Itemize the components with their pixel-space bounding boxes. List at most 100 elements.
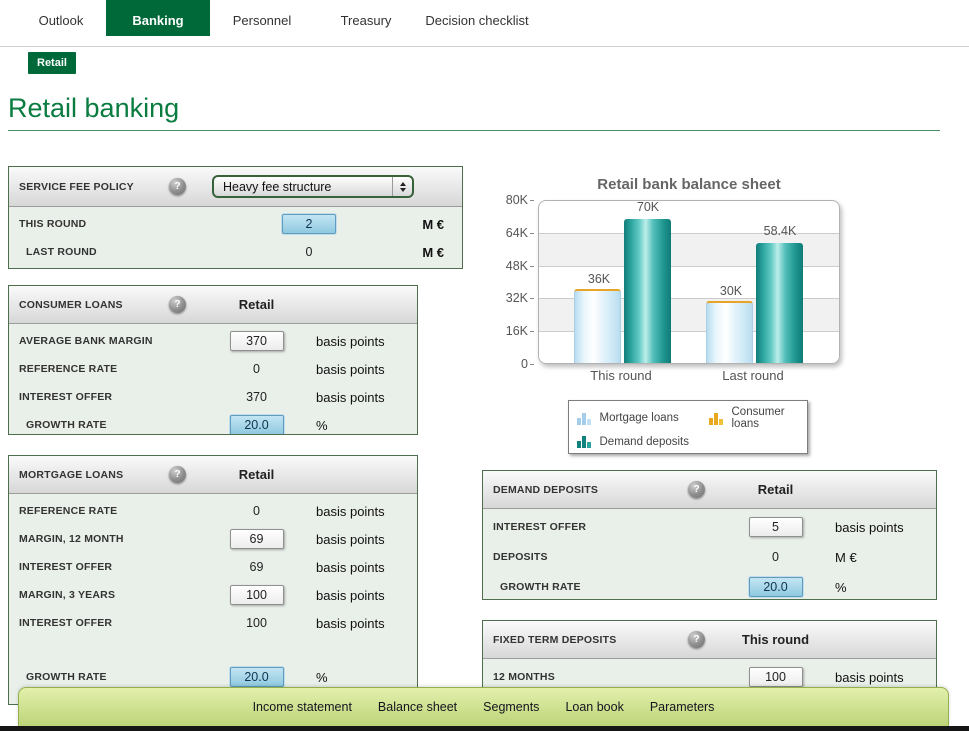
bar-value-label: 58.4K (746, 224, 814, 238)
chart-legend: Mortgage loans Consumer loans Demand dep… (568, 400, 808, 454)
bar-deposits-last-round: 58.4K (756, 243, 803, 363)
table-row: INTEREST OFFER 100 basis points (9, 609, 417, 637)
consumer-bars-icon (709, 412, 723, 425)
deposits-value: 0 (728, 550, 823, 564)
row-unit: basis points (304, 532, 417, 547)
average-bank-margin-input[interactable] (230, 331, 284, 351)
panel-header: DEMAND DEPOSITS ? Retail (483, 471, 936, 509)
column-header: Retail (209, 467, 304, 482)
table-row: INTEREST OFFER 69 basis points (9, 553, 417, 581)
panel-header: FIXED TERM DEPOSITS ? This round (483, 621, 936, 659)
margin-12-month-input[interactable] (230, 529, 284, 549)
row-unit: basis points (304, 504, 417, 519)
reference-rate-value: 0 (209, 362, 304, 376)
dropdown-selected-value: Heavy fee structure (223, 180, 331, 194)
dropdown-stepper-icon (392, 177, 412, 196)
panel-header: MORTGAGE LOANS ? Retail (9, 456, 417, 494)
window-bottom-edge (0, 726, 969, 731)
spacer-row (9, 637, 417, 663)
table-row: DEPOSITS 0 M € (483, 542, 936, 572)
chart-title: Retail bank balance sheet (538, 176, 840, 193)
row-label: REFERENCE RATE (9, 505, 209, 517)
row-label: INTEREST OFFER (483, 521, 728, 533)
link-income-statement[interactable]: Income statement (253, 700, 352, 714)
margin-3-years-input[interactable] (230, 585, 284, 605)
page-title: Retail banking (8, 93, 179, 124)
this-round-fee-input[interactable] (282, 214, 336, 234)
reference-rate-value: 0 (209, 504, 304, 518)
row-label: DEPOSITS (483, 551, 728, 563)
mortgage-growth-rate-input[interactable] (230, 667, 284, 687)
link-loan-book[interactable]: Loan book (565, 700, 623, 714)
bar-value-label: 70K (614, 200, 682, 214)
tab-personnel[interactable]: Personnel (210, 0, 314, 36)
row-label: INTEREST OFFER (9, 617, 209, 629)
service-fee-dropdown[interactable]: Heavy fee structure (212, 175, 414, 198)
help-icon[interactable]: ? (169, 466, 186, 483)
bar-value-label: 30K (697, 284, 765, 298)
table-row: MARGIN, 12 MONTH basis points (9, 525, 417, 553)
row-unit: % (823, 580, 936, 595)
panel-title: SERVICE FEE POLICY (19, 181, 169, 193)
mortgage-bars-icon (577, 412, 591, 425)
last-round-fee-value: 0 (249, 245, 369, 259)
bar-mortgage-last-round: 30K (706, 301, 753, 363)
row-unit: % (304, 418, 417, 433)
deposit-interest-offer-input[interactable] (749, 517, 803, 537)
table-row: LAST ROUND 0 M € (9, 238, 462, 266)
y-axis-tick: 80K (490, 193, 534, 207)
panel-title: DEMAND DEPOSITS (483, 484, 688, 496)
balance-sheet-chart: Retail bank balance sheet 80K 64K 48K 32… (490, 176, 960, 446)
demand-deposits-panel: DEMAND DEPOSITS ? Retail INTEREST OFFER … (482, 470, 937, 600)
y-axis-tick: 16K (490, 324, 534, 338)
link-balance-sheet[interactable]: Balance sheet (378, 700, 457, 714)
table-row: THIS ROUND M € (9, 210, 462, 238)
table-row: GROWTH RATE % (9, 411, 417, 435)
service-fee-policy-panel: SERVICE FEE POLICY ? Heavy fee structure… (8, 166, 463, 269)
y-axis-tick: 32K (490, 291, 534, 305)
report-links-bar: Income statement Balance sheet Segments … (18, 687, 949, 727)
legend-item-consumer: Consumer loans (709, 406, 799, 430)
panel-title: MORTGAGE LOANS (9, 469, 169, 481)
row-unit: basis points (304, 560, 417, 575)
link-segments[interactable]: Segments (483, 700, 539, 714)
help-icon[interactable]: ? (169, 178, 186, 195)
consumer-loans-panel: CONSUMER LOANS ? Retail AVERAGE BANK MAR… (8, 285, 418, 435)
column-header: This round (728, 632, 823, 647)
legend-label: Demand deposits (600, 436, 690, 448)
twelve-months-input[interactable] (749, 667, 803, 687)
help-icon[interactable]: ? (169, 296, 186, 313)
row-label: INTEREST OFFER (9, 391, 209, 403)
subtab-retail[interactable]: Retail (28, 52, 76, 74)
row-unit: basis points (823, 670, 936, 685)
bar-deposits-this-round: 70K (624, 219, 671, 363)
consumer-growth-rate-input[interactable] (230, 415, 284, 435)
tab-decision-checklist[interactable]: Decision checklist (418, 0, 536, 36)
x-axis-category: This round (571, 368, 671, 383)
row-label: THIS ROUND (9, 218, 249, 230)
main-tab-bar: Outlook Banking Personnel Treasury Decis… (0, 0, 969, 47)
table-row: GROWTH RATE % (483, 572, 936, 600)
link-parameters[interactable]: Parameters (650, 700, 715, 714)
y-axis-tick: 48K (490, 259, 534, 273)
demand-bars-icon (577, 435, 591, 448)
row-label: MARGIN, 12 MONTH (9, 533, 209, 545)
deposit-growth-rate-input[interactable] (749, 577, 803, 597)
row-unit: basis points (304, 362, 417, 377)
bar-mortgage-this-round: 36K (574, 289, 621, 363)
column-header: Retail (209, 297, 304, 312)
tab-treasury[interactable]: Treasury (314, 0, 418, 36)
row-label: AVERAGE BANK MARGIN (9, 335, 209, 347)
row-label: GROWTH RATE (9, 419, 209, 431)
row-unit: basis points (304, 616, 417, 631)
help-icon[interactable]: ? (688, 631, 705, 648)
help-icon[interactable]: ? (688, 481, 705, 498)
row-unit: basis points (304, 334, 417, 349)
mortgage-loans-panel: MORTGAGE LOANS ? Retail REFERENCE RATE 0… (8, 455, 418, 705)
table-row: INTEREST OFFER basis points (483, 512, 936, 542)
row-label: 12 MONTHS (483, 671, 728, 683)
panel-title: FIXED TERM DEPOSITS (483, 634, 688, 646)
tab-banking[interactable]: Banking (106, 0, 210, 36)
tab-outlook[interactable]: Outlook (16, 0, 106, 36)
row-label: INTEREST OFFER (9, 561, 209, 573)
